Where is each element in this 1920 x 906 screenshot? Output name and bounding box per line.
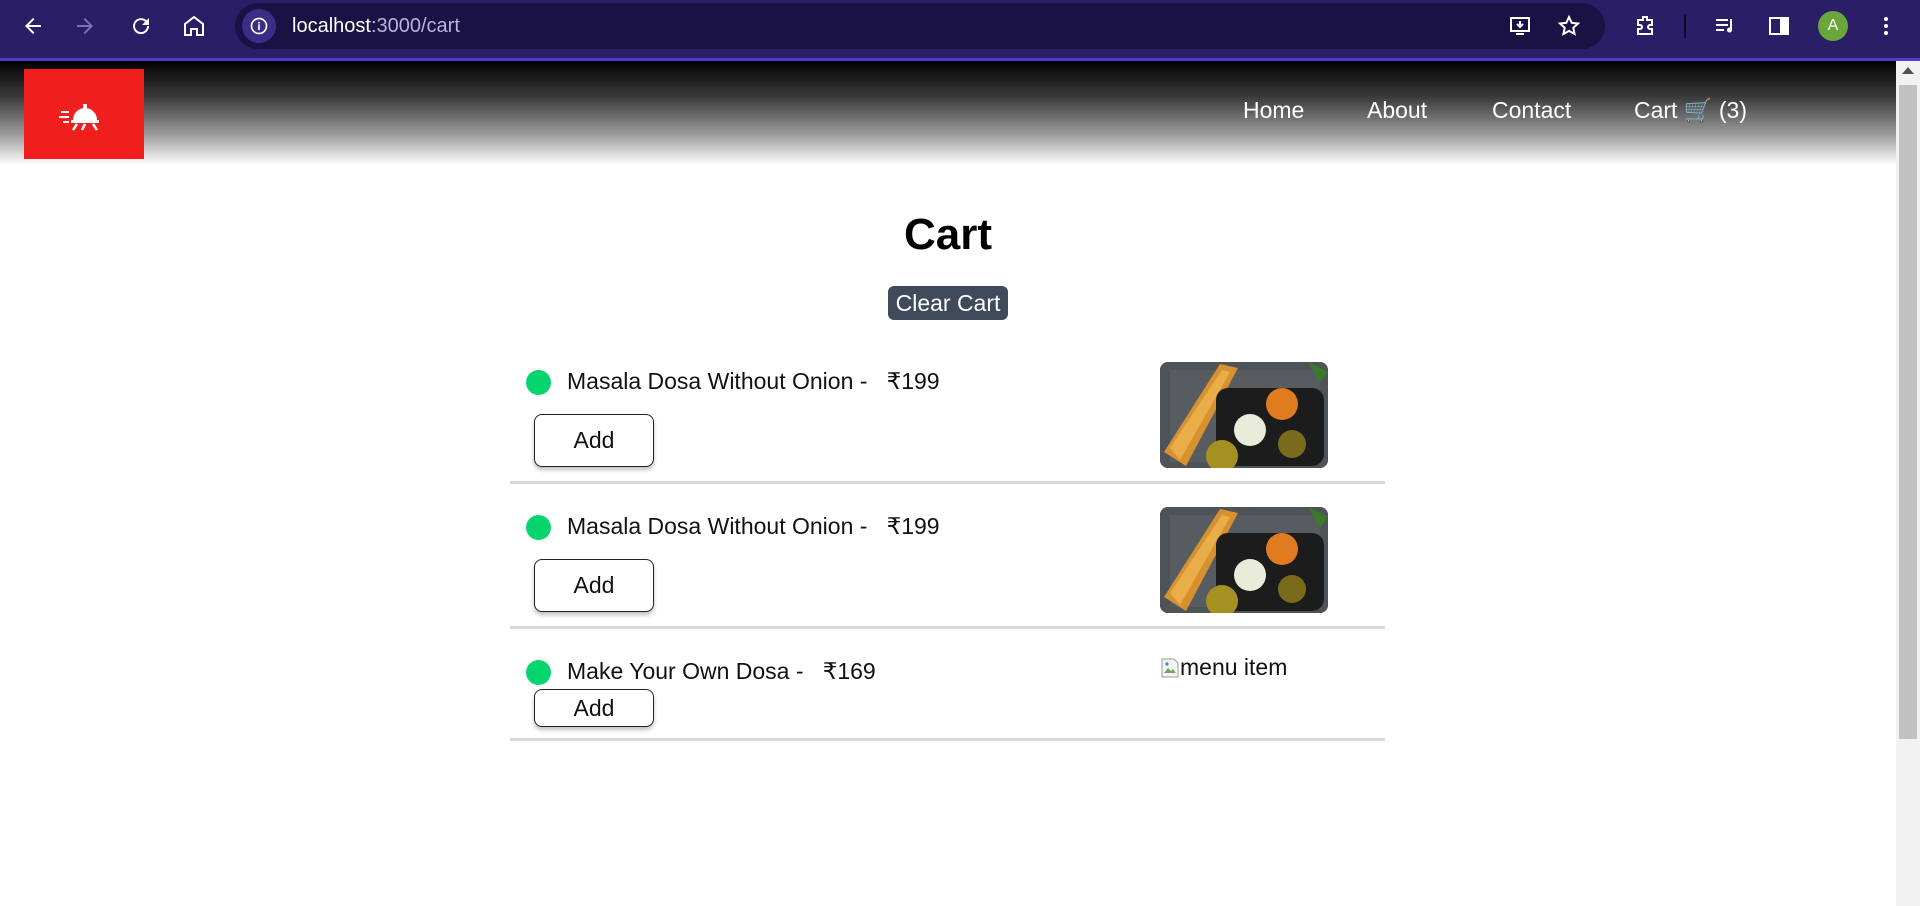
item-title: Make Your Own Dosa -: [567, 658, 804, 684]
scrollbar-thumb[interactable]: [1899, 85, 1917, 739]
item-title: Masala Dosa Without Onion -: [567, 368, 868, 394]
nav-cart[interactable]: Cart 🛒 (3): [1634, 97, 1747, 124]
bookmark-star-icon[interactable]: [1553, 10, 1585, 42]
nav-contact[interactable]: Contact: [1492, 97, 1571, 124]
broken-menu-item-image: menu item: [1160, 654, 1287, 681]
url-host: localhost: [292, 14, 371, 37]
menu-kebab-icon[interactable]: [1868, 8, 1904, 44]
item-name: Masala Dosa Without Onion - ₹199: [567, 513, 940, 540]
logo[interactable]: [24, 69, 144, 159]
site-info-icon[interactable]: [242, 9, 276, 43]
cart-item: Masala Dosa Without Onion - ₹199 Add: [510, 485, 1385, 629]
nav-home[interactable]: Home: [1243, 97, 1304, 124]
cart-item: Masala Dosa Without Onion - ₹199 Add: [510, 350, 1385, 484]
item-price: ₹199: [886, 368, 940, 394]
home-icon[interactable]: [176, 8, 212, 44]
clear-cart-button[interactable]: Clear Cart: [888, 286, 1008, 320]
item-price: ₹199: [886, 513, 940, 539]
reload-icon[interactable]: [123, 8, 159, 44]
page-scrollbar[interactable]: [1896, 61, 1920, 906]
profile-avatar[interactable]: A: [1818, 11, 1848, 41]
veg-indicator-icon: [526, 370, 551, 395]
page-title: Cart: [903, 210, 993, 259]
address-bar[interactable]: localhost:3000/cart: [235, 3, 1605, 49]
broken-image-icon: [1161, 658, 1179, 677]
url-path: :3000/cart: [370, 14, 460, 37]
add-button[interactable]: Add: [534, 689, 654, 727]
side-panel-icon[interactable]: [1761, 8, 1797, 44]
add-button[interactable]: Add: [534, 559, 654, 612]
item-price: ₹169: [822, 658, 876, 684]
nav-about[interactable]: About: [1367, 97, 1427, 124]
add-button[interactable]: Add: [534, 414, 654, 467]
back-icon[interactable]: [15, 8, 51, 44]
forward-icon[interactable]: [67, 8, 103, 44]
image-alt-text: menu item: [1180, 654, 1288, 680]
toolbar-separator: [1684, 14, 1686, 38]
cart-item: Make Your Own Dosa - ₹169 Add menu item: [510, 630, 1385, 741]
media-controls-icon[interactable]: [1707, 8, 1743, 44]
scroll-up-arrow-icon[interactable]: [1902, 67, 1914, 74]
masala-dosa-photo: [1160, 507, 1328, 613]
avatar-letter: A: [1827, 17, 1839, 34]
site-header: [0, 61, 1896, 165]
item-title: Masala Dosa Without Onion -: [567, 513, 868, 539]
item-name: Masala Dosa Without Onion - ₹199: [567, 368, 940, 395]
veg-indicator-icon: [526, 515, 551, 540]
food-delivery-icon: [59, 104, 99, 131]
install-app-icon[interactable]: [1504, 10, 1536, 42]
veg-indicator-icon: [526, 660, 551, 685]
browser-toolbar: localhost:3000/cart A: [0, 0, 1920, 61]
masala-dosa-photo: [1160, 362, 1328, 468]
url-text[interactable]: localhost:3000/cart: [292, 15, 460, 38]
extensions-icon[interactable]: [1627, 8, 1663, 44]
item-name: Make Your Own Dosa - ₹169: [567, 658, 876, 685]
